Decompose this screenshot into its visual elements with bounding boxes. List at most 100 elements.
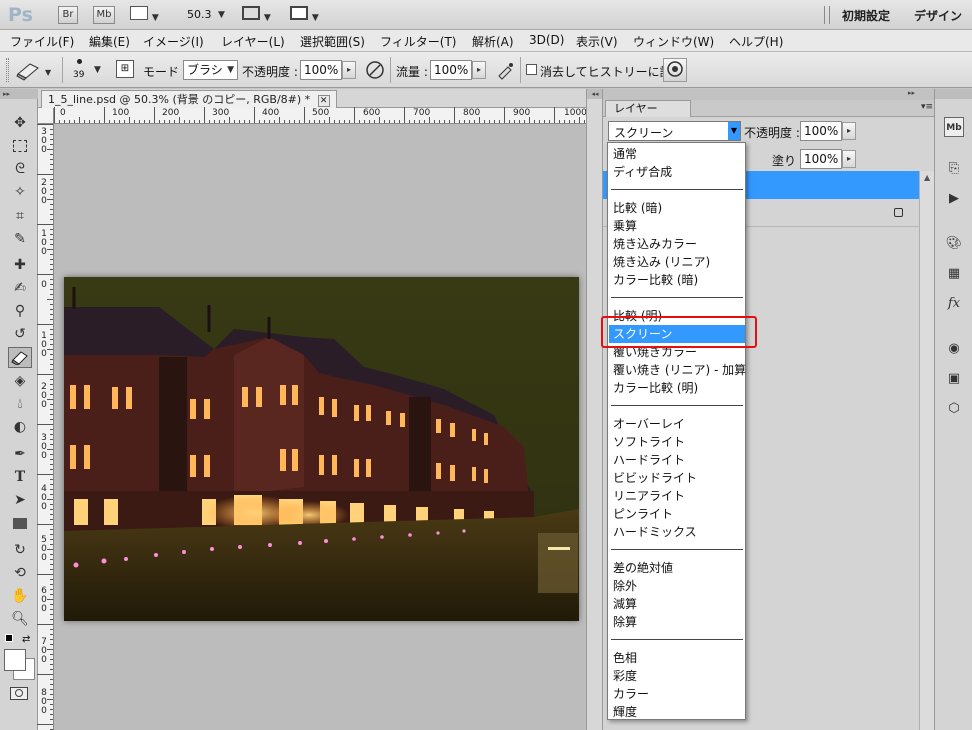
crop-tool-icon[interactable]: ⌗ <box>8 206 32 227</box>
eyedropper-tool-icon[interactable]: ✎ <box>8 229 32 250</box>
canvas-image[interactable] <box>64 277 579 621</box>
menu-3d[interactable]: 3D(D) <box>529 33 564 47</box>
history-brush-tool-icon[interactable]: ↺ <box>8 324 32 345</box>
blend-mode-option[interactable]: オーバーレイ <box>609 415 745 433</box>
airbrush-button[interactable] <box>494 59 516 81</box>
adjustments-panel-icon[interactable]: ◉ <box>944 339 964 359</box>
panel-splitter[interactable]: ◂◂ <box>586 89 603 730</box>
ruler-origin[interactable] <box>38 108 54 124</box>
blend-mode-select[interactable]: スクリーン ▼ <box>608 121 741 141</box>
magic-wand-tool-icon[interactable]: ✧ <box>8 182 32 203</box>
brush-tool-icon[interactable]: ✍ <box>8 278 32 299</box>
tablet-pressure-button[interactable] <box>663 58 687 82</box>
styles-panel-icon[interactable]: fx <box>944 294 964 314</box>
menu-select[interactable]: 選択範囲(S) <box>300 33 365 50</box>
swap-colors-icon[interactable]: ⇄ <box>22 634 30 645</box>
move-tool-icon[interactable]: ✥ <box>8 113 32 134</box>
swatches-panel-icon[interactable]: ▦ <box>944 264 964 284</box>
opacity-input[interactable]: 100% <box>300 60 342 80</box>
vertical-ruler[interactable]: 3002001000100200300400500600700800 <box>37 124 54 730</box>
opacity-slider-button[interactable]: ▸ <box>342 61 356 79</box>
blend-mode-option[interactable]: 差の絶対値 <box>609 559 745 577</box>
horizontal-ruler[interactable]: 0 100 200 300 400 500 600 700 800 900 1000 <box>54 107 587 124</box>
blend-mode-option[interactable]: カラー比較 (明) <box>609 379 745 397</box>
zoom-tool-icon[interactable]: 🔍︎ <box>8 609 32 630</box>
workspace-default[interactable]: 初期設定 <box>842 7 890 24</box>
lasso-tool-icon[interactable]: ᘓ <box>8 159 32 180</box>
color-panel-icon[interactable]: 🎨︎ <box>944 234 964 254</box>
quick-mask-button[interactable] <box>10 687 28 700</box>
erase-to-history-checkbox[interactable] <box>526 64 537 75</box>
grip-handle[interactable] <box>6 58 9 82</box>
screen-mode-button[interactable]: ▼ <box>290 6 319 23</box>
flow-slider-button[interactable]: ▸ <box>472 61 486 79</box>
fill-input[interactable]: 100% <box>800 149 842 169</box>
hand-tool-icon[interactable]: ✋ <box>8 586 32 607</box>
actions-panel-icon[interactable]: ▶ <box>944 189 964 209</box>
collapse-panels-icon[interactable]: ◂◂ <box>587 89 603 99</box>
close-tab-button[interactable]: ✕ <box>317 95 330 107</box>
3d-panel-icon[interactable]: ⬡ <box>944 399 964 419</box>
zoom-chevron-icon[interactable]: ▼ <box>218 10 225 20</box>
menu-image[interactable]: イメージ(I) <box>143 33 204 50</box>
tool-preset-picker[interactable]: ▼ <box>14 58 56 82</box>
blend-mode-option[interactable]: カラー <box>609 685 745 703</box>
mode-select[interactable]: ブラシ ▼ <box>183 60 238 80</box>
healing-brush-tool-icon[interactable]: ✚ <box>8 255 32 276</box>
dodge-tool-icon[interactable]: ◐ <box>8 417 32 438</box>
workspace-design[interactable]: デザイン <box>914 7 962 24</box>
pen-tool-icon[interactable]: ✒ <box>8 444 32 465</box>
minibridge-panel-icon[interactable]: Mb <box>944 117 964 137</box>
airbrush-pressure-button[interactable] <box>364 59 386 81</box>
menu-edit[interactable]: 編集(E) <box>89 33 130 50</box>
blend-mode-option[interactable]: ディザ合成 <box>609 163 745 181</box>
foreground-color-swatch[interactable] <box>4 649 26 671</box>
blend-mode-option[interactable]: 通常 <box>609 145 745 163</box>
view-extras-button[interactable]: ▼ <box>130 6 159 23</box>
brush-panel-toggle[interactable]: ⊞ <box>116 60 134 78</box>
blend-mode-option[interactable]: ハードミックス <box>609 523 745 541</box>
blend-mode-option[interactable]: 色相 <box>609 649 745 667</box>
document-tab[interactable]: 1_5_line.psd @ 50.3% (背景 のコピー, RGB/8#) *… <box>41 90 337 108</box>
scroll-up-icon[interactable]: ▲ <box>924 173 930 182</box>
blend-mode-option[interactable]: 比較 (暗) <box>609 199 745 217</box>
type-tool-icon[interactable]: T <box>8 467 32 488</box>
menu-layer[interactable]: レイヤー(L) <box>221 33 285 50</box>
blend-mode-option[interactable]: 焼き込み (リニア) <box>609 253 745 271</box>
layer-opacity-slider-button[interactable]: ▸ <box>842 122 856 140</box>
toolbox-collapse[interactable]: ▸▸ <box>0 89 38 99</box>
fill-slider-button[interactable]: ▸ <box>842 150 856 168</box>
blend-mode-option[interactable]: ソフトライト <box>609 433 745 451</box>
paint-bucket-tool-icon[interactable]: ◈ <box>8 371 32 392</box>
blend-mode-option[interactable]: ハードライト <box>609 451 745 469</box>
blend-mode-option[interactable]: 乗算 <box>609 217 745 235</box>
blur-tool-icon[interactable]: 💧︎ <box>8 394 32 415</box>
blend-mode-option[interactable]: 減算 <box>609 595 745 613</box>
blend-mode-option[interactable]: ビビッドライト <box>609 469 745 487</box>
path-selection-tool-icon[interactable]: ➤ <box>8 490 32 511</box>
layer-opacity-input[interactable]: 100% <box>800 121 842 141</box>
layers-scrollbar[interactable]: ▲ <box>919 171 935 730</box>
menu-view[interactable]: 表示(V) <box>576 33 618 50</box>
tab-layers[interactable]: レイヤー <box>605 100 691 117</box>
3d-orbit-tool-icon[interactable]: ⟲ <box>8 563 32 584</box>
default-colors-icon[interactable] <box>5 634 13 642</box>
zoom-level[interactable]: 50.3 <box>187 8 212 21</box>
blend-mode-option[interactable]: カラー比較 (暗) <box>609 271 745 289</box>
blend-mode-option[interactable]: ピンライト <box>609 505 745 523</box>
menu-window[interactable]: ウィンドウ(W) <box>633 33 714 50</box>
bridge-button[interactable]: Br <box>58 6 78 24</box>
blend-mode-option[interactable]: 除外 <box>609 577 745 595</box>
blend-mode-option[interactable]: 彩度 <box>609 667 745 685</box>
history-panel-icon[interactable]: ⎘ <box>944 159 964 179</box>
menu-analysis[interactable]: 解析(A) <box>472 33 514 50</box>
arrange-documents-button[interactable]: ▼ <box>242 6 271 23</box>
clone-stamp-tool-icon[interactable]: ⚲ <box>8 301 32 322</box>
minibridge-button[interactable]: Mb <box>93 6 115 24</box>
eraser-tool-icon[interactable] <box>8 347 32 368</box>
3d-rotate-tool-icon[interactable]: ↻ <box>8 540 32 561</box>
blend-mode-option[interactable]: 輝度 <box>609 703 745 721</box>
panel-menu-icon[interactable]: ▾≡ <box>921 102 933 112</box>
masks-panel-icon[interactable]: ▣ <box>944 369 964 389</box>
menu-help[interactable]: ヘルプ(H) <box>729 33 783 50</box>
